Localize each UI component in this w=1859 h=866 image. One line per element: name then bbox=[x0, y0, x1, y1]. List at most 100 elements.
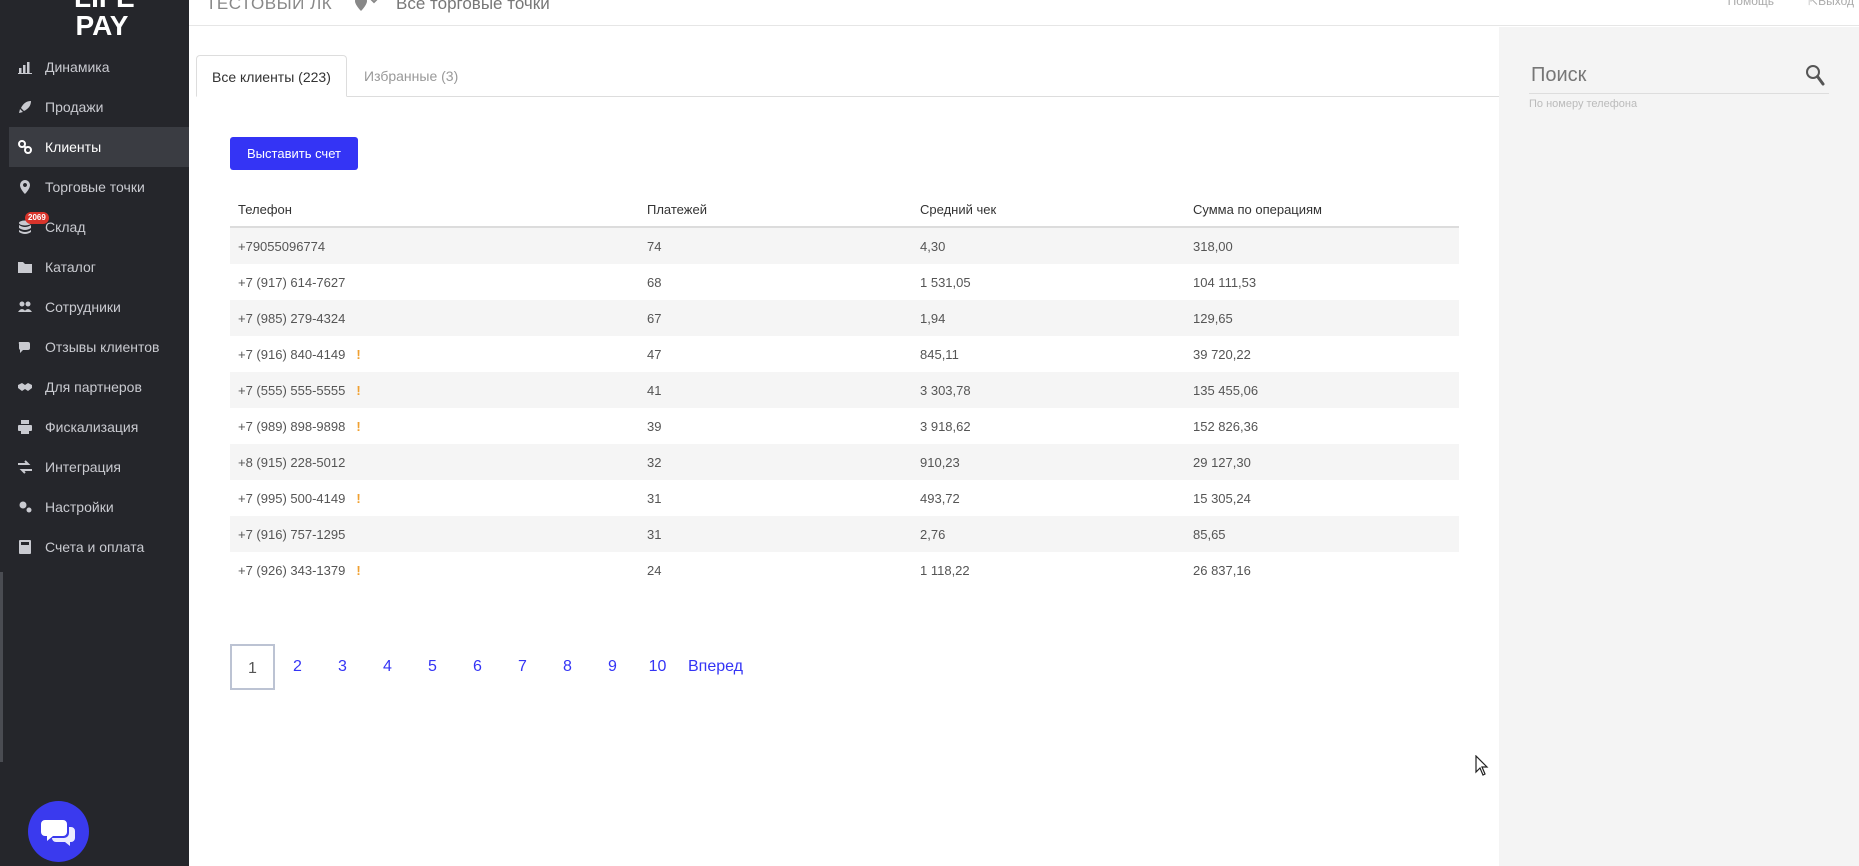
tab-all-clients[interactable]: Все клиенты (223) bbox=[196, 55, 347, 97]
phone-cell[interactable]: +7 (989) 898-9898! bbox=[230, 419, 639, 434]
header-phone[interactable]: Телефон bbox=[230, 202, 639, 217]
logout-icon: ⇱ bbox=[1808, 0, 1819, 8]
phone-cell-text: +8 (915) 228-5012 bbox=[238, 454, 346, 470]
next-page-link[interactable]: Вперед bbox=[680, 644, 743, 690]
phone-cell[interactable]: +7 (985) 279-4324 bbox=[230, 311, 639, 326]
sidebar-item-11[interactable]: Интеграция bbox=[0, 447, 189, 487]
page-9[interactable]: 9 bbox=[590, 644, 635, 690]
page-2[interactable]: 2 bbox=[275, 644, 320, 690]
total-sum-cell: 135 455,06 bbox=[1185, 383, 1459, 398]
phone-cell[interactable]: +79055096774 bbox=[230, 239, 639, 254]
sidebar-item-6[interactable]: Каталог bbox=[0, 247, 189, 287]
logout-link[interactable]: ⇱Выход bbox=[1808, 0, 1854, 8]
table-row[interactable]: +7 (916) 757-1295 31 2,76 85,65 bbox=[230, 516, 1459, 552]
page-5[interactable]: 5 bbox=[410, 644, 455, 690]
phone-cell-text: +79055096774 bbox=[238, 238, 326, 254]
phone-cell[interactable]: +7 (916) 757-1295 bbox=[230, 527, 639, 542]
warning-icon: ! bbox=[356, 490, 361, 506]
table-row[interactable]: +7 (926) 343-1379! 24 1 118,22 26 837,16 bbox=[230, 552, 1459, 588]
page-1[interactable]: 1 bbox=[230, 644, 275, 690]
header-total-sum[interactable]: Сумма по операциям bbox=[1185, 202, 1459, 217]
average-check-cell-text: 1 531,05 bbox=[920, 274, 971, 290]
average-check-cell-text: 493,72 bbox=[920, 490, 960, 506]
sidebar-item-label: Отзывы клиентов bbox=[45, 339, 160, 355]
phone-cell[interactable]: +7 (917) 614-7627 bbox=[230, 275, 639, 290]
tab-favorites[interactable]: Избранные (3) bbox=[349, 55, 473, 97]
sidebar: LIFE PAY Динамика Продажи Клиенты Торговые … bbox=[0, 0, 189, 866]
total-sum-cell: 26 837,16 bbox=[1185, 563, 1459, 578]
shop-selector[interactable]: Все торговые точки bbox=[396, 0, 550, 14]
payments-cell-text: 41 bbox=[647, 382, 662, 398]
search-icon[interactable] bbox=[1805, 64, 1825, 86]
map-pin-icon[interactable] bbox=[355, 0, 379, 13]
table-row[interactable]: +79055096774 74 4,30 318,00 bbox=[230, 228, 1459, 264]
average-check-cell-text: 3 918,62 bbox=[920, 418, 971, 434]
search-hint: По номеру телефона bbox=[1529, 98, 1638, 110]
total-sum-cell: 29 127,30 bbox=[1185, 455, 1459, 470]
payments-cell-text: 31 bbox=[647, 526, 662, 542]
total-sum-cell-text: 104 111,53 bbox=[1193, 274, 1257, 290]
payments-cell: 67 bbox=[639, 311, 912, 326]
average-check-cell-text: 1,94 bbox=[920, 310, 946, 326]
page-7[interactable]: 7 bbox=[500, 644, 545, 690]
page-4[interactable]: 4 bbox=[365, 644, 410, 690]
page-8[interactable]: 8 bbox=[545, 644, 590, 690]
table-row[interactable]: +7 (555) 555-5555! 41 3 303,78 135 455,06 bbox=[230, 372, 1459, 408]
sidebar-item-5[interactable]: Склад 2069 bbox=[0, 207, 189, 247]
page-6[interactable]: 6 bbox=[455, 644, 500, 690]
phone-cell[interactable]: +7 (926) 343-1379! bbox=[230, 563, 639, 578]
phone-cell[interactable]: +8 (915) 228-5012 bbox=[230, 455, 639, 470]
phone-cell[interactable]: +7 (995) 500-4149! bbox=[230, 491, 639, 506]
sidebar-item-2[interactable]: Продажи bbox=[0, 87, 189, 127]
total-sum-cell: 318,00 bbox=[1185, 239, 1459, 254]
account-name[interactable]: ТЕСТОВЫЙ ЛК bbox=[206, 0, 332, 14]
table-row[interactable]: +7 (995) 500-4149! 31 493,72 15 305,24 bbox=[230, 480, 1459, 516]
average-check-cell: 845,11 bbox=[912, 347, 1185, 362]
payments-cell: 39 bbox=[639, 419, 912, 434]
comments-icon bbox=[17, 339, 33, 355]
header-average-check[interactable]: Средний чек bbox=[912, 202, 1185, 217]
sidebar-item-7[interactable]: Сотрудники bbox=[0, 287, 189, 327]
sidebar-item-10[interactable]: Фискализация bbox=[0, 407, 189, 447]
table-row[interactable]: +7 (989) 898-9898! 39 3 918,62 152 826,36 bbox=[230, 408, 1459, 444]
sidebar-item-label: Каталог bbox=[45, 259, 96, 275]
help-link[interactable]: Помощь bbox=[1728, 0, 1774, 8]
search-input[interactable] bbox=[1531, 60, 1791, 90]
sidebar-item-label: Продажи bbox=[45, 99, 104, 115]
phone-cell-text: +7 (989) 898-9898 bbox=[238, 418, 346, 434]
table-row[interactable]: +7 (985) 279-4324 67 1,94 129,65 bbox=[230, 300, 1459, 336]
issue-invoice-button[interactable]: Выставить счет bbox=[230, 137, 358, 170]
payments-cell-text: 74 bbox=[647, 238, 662, 254]
total-sum-cell: 104 111,53 bbox=[1185, 275, 1459, 290]
sidebar-item-1[interactable]: Динамика bbox=[0, 47, 189, 87]
sidebar-item-3[interactable]: Клиенты bbox=[9, 127, 189, 167]
table-row[interactable]: +8 (915) 228-5012 32 910,23 29 127,30 bbox=[230, 444, 1459, 480]
client-tabs: Все клиенты (223) Избранные (3) bbox=[196, 55, 1499, 97]
phone-cell[interactable]: +7 (555) 555-5555! bbox=[230, 383, 639, 398]
sidebar-item-4[interactable]: Торговые точки bbox=[0, 167, 189, 207]
phone-cell-text: +7 (555) 555-5555 bbox=[238, 382, 346, 398]
sidebar-item-12[interactable]: Настройки bbox=[0, 487, 189, 527]
header-payments[interactable]: Платежей bbox=[639, 202, 912, 217]
chat-button[interactable] bbox=[28, 801, 89, 862]
map-pin-icon bbox=[17, 179, 33, 195]
total-sum-cell-text: 85,65 bbox=[1193, 526, 1226, 542]
calculator-icon bbox=[17, 539, 33, 555]
lifepay-logo[interactable]: LIFE PAY bbox=[74, 0, 135, 40]
page-3[interactable]: 3 bbox=[320, 644, 365, 690]
sidebar-item-13[interactable]: Счета и оплата bbox=[0, 527, 189, 567]
average-check-cell-text: 2,76 bbox=[920, 526, 946, 542]
sidebar-item-8[interactable]: Отзывы клиентов bbox=[0, 327, 189, 367]
handshake-icon bbox=[17, 379, 33, 395]
table-row[interactable]: +7 (917) 614-7627 68 1 531,05 104 111,53 bbox=[230, 264, 1459, 300]
average-check-cell: 1 118,22 bbox=[912, 563, 1185, 578]
sidebar-scrollbar[interactable] bbox=[0, 572, 3, 762]
average-check-cell: 3 303,78 bbox=[912, 383, 1185, 398]
phone-cell[interactable]: +7 (916) 840-4149! bbox=[230, 347, 639, 362]
stock-badge: 2069 bbox=[25, 212, 49, 224]
sidebar-item-9[interactable]: Для партнеров bbox=[0, 367, 189, 407]
table-row[interactable]: +7 (916) 840-4149! 47 845,11 39 720,22 bbox=[230, 336, 1459, 372]
page-10[interactable]: 10 bbox=[635, 644, 680, 690]
average-check-cell: 493,72 bbox=[912, 491, 1185, 506]
average-check-cell-text: 1 118,22 bbox=[920, 562, 970, 578]
